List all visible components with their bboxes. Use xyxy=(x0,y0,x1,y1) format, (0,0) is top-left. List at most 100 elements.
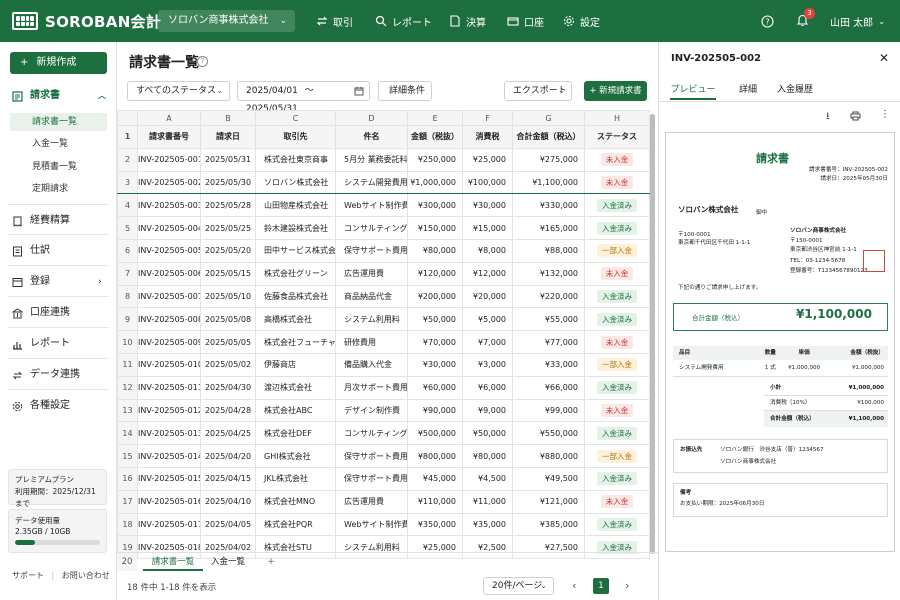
prev-page-button[interactable]: ‹ xyxy=(572,579,576,592)
tab-payment-history[interactable]: 入金履歴 xyxy=(777,82,813,100)
table-cell[interactable]: 高橋株式会社 xyxy=(255,307,336,332)
table-cell[interactable]: ¥55,000 xyxy=(512,307,585,332)
table-cell[interactable]: ¥121,000 xyxy=(512,489,585,514)
table-cell[interactable]: INV-202505-017 xyxy=(137,512,201,537)
table-row[interactable]: 8 INV-202505-007 2025/05/10 佐藤食品株式会社 商品納品代金 ¥… xyxy=(117,284,650,309)
download-icon[interactable]: ⭳ xyxy=(826,109,830,126)
sidebar-item-account-link[interactable]: 口座連携 xyxy=(0,303,117,323)
table-cell[interactable]: ¥9,000 xyxy=(462,398,513,423)
table-cell[interactable]: ¥45,000 xyxy=(407,466,463,491)
table-cell[interactable]: 広告運用費 xyxy=(335,489,408,514)
table-cell[interactable]: 2025/05/02 xyxy=(200,352,256,377)
table-row[interactable]: 16 INV-202505-015 2025/04/15 JKL株式会社 保守サポート費… xyxy=(117,466,650,491)
column-letter[interactable]: F xyxy=(462,110,513,126)
table-cell[interactable]: 商品納品代金 xyxy=(335,284,408,309)
table-cell[interactable]: 保守サポート費用 xyxy=(335,466,408,491)
table-cell[interactable]: 2025/04/20 xyxy=(200,444,256,468)
sidebar-item-expenses[interactable]: 経費精算 xyxy=(0,211,117,231)
contact-link[interactable]: お問い合わせ xyxy=(62,571,110,580)
table-cell[interactable]: コンサルティング料 xyxy=(335,216,408,240)
table-cell[interactable]: ¥6,000 xyxy=(462,375,513,400)
table-cell[interactable]: 株式会社DEF xyxy=(255,421,336,446)
sidebar-item-reports[interactable]: レポート xyxy=(0,334,117,354)
table-cell[interactable]: 2025/05/25 xyxy=(200,216,256,240)
table-cell[interactable]: ¥90,000 xyxy=(407,398,463,423)
column-header[interactable]: 件名 xyxy=(335,125,408,149)
table-cell[interactable]: ¥100,000 xyxy=(462,170,513,195)
table-cell[interactable]: ¥88,000 xyxy=(512,238,585,263)
table-cell[interactable]: 2025/04/25 xyxy=(200,421,256,446)
table-cell[interactable]: INV-202505-003 xyxy=(137,193,201,218)
table-cell[interactable]: ¥8,000 xyxy=(462,238,513,263)
sidebar-item-data-link[interactable]: データ連携 xyxy=(0,365,117,385)
table-cell[interactable]: ¥220,000 xyxy=(512,284,585,309)
table-cell[interactable]: システム利用料 xyxy=(335,307,408,332)
table-cell[interactable]: ¥550,000 xyxy=(512,421,585,446)
column-letter[interactable]: G xyxy=(512,110,585,126)
close-icon[interactable]: ✕ xyxy=(879,51,889,65)
table-cell[interactable]: ¥70,000 xyxy=(407,330,463,354)
tab-preview[interactable]: プレビュー xyxy=(670,82,716,100)
table-cell[interactable]: JKL株式会社 xyxy=(255,466,336,491)
table-cell[interactable]: 2025/04/28 xyxy=(200,398,256,423)
table-row[interactable]: 6INV-202505-0052025/05/20田中サービス株式会社保守サポー… xyxy=(117,238,650,263)
table-cell[interactable]: Webサイト制作費 xyxy=(335,512,408,537)
table-cell[interactable]: INV-202505-010 xyxy=(137,352,201,377)
table-cell[interactable]: INV-202505-006 xyxy=(137,261,201,286)
table-row[interactable]: 15 INV-202505-014 2025/04/20 GHI株式会社 保守サポート費… xyxy=(117,444,650,468)
more-icon[interactable]: ⋮ xyxy=(880,109,890,120)
table-cell[interactable]: ¥110,000 xyxy=(407,489,463,514)
column-letter[interactable]: D xyxy=(335,110,408,126)
table-row[interactable]: 9 INV-202505-008 2025/05/08 高橋株式会社 システム利用料 ¥5… xyxy=(117,307,650,332)
company-selector[interactable]: ソロバン商事株式会社 ⌄ xyxy=(158,10,295,32)
table-cell[interactable]: 2025/05/30 xyxy=(200,170,256,195)
nav-transactions[interactable]: 取引 xyxy=(316,0,353,42)
table-row[interactable]: 14 INV-202505-013 2025/04/25 株式会社DEF コンサルティン… xyxy=(117,421,650,446)
table-cell[interactable]: ¥33,000 xyxy=(512,352,585,377)
table-cell[interactable]: 2025/04/15 xyxy=(200,466,256,491)
table-cell[interactable]: 2025/05/20 xyxy=(200,238,256,263)
table-cell[interactable]: ¥49,500 xyxy=(512,466,585,491)
column-header[interactable]: 請求書番号 xyxy=(137,125,201,149)
table-cell[interactable]: INV-202505-013 xyxy=(137,421,201,446)
table-row[interactable]: 12 INV-202505-011 2025/04/30 渡辺株式会社 月次サポート費用… xyxy=(117,375,650,400)
sidebar-sub-recurring[interactable]: 定期請求 xyxy=(10,180,107,198)
table-cell[interactable]: ¥250,000 xyxy=(407,147,463,172)
user-menu[interactable]: 山田 太郎 ⌄ xyxy=(830,0,885,42)
detail-filter-button[interactable]: 詳細条件 xyxy=(378,81,432,101)
table-cell[interactable]: 2025/04/30 xyxy=(200,375,256,400)
scrollbar-thumb[interactable] xyxy=(650,114,655,554)
table-cell[interactable]: ¥35,000 xyxy=(462,512,513,537)
table-cell[interactable]: ¥1,100,000 xyxy=(512,170,585,195)
table-row[interactable]: 17 INV-202505-016 2025/04/10 株式会社MNO 広告運用費 ¥1… xyxy=(117,489,650,514)
table-cell[interactable]: ¥500,000 xyxy=(407,421,463,446)
table-row[interactable]: 10INV-202505-0092025/05/05株式会社フューチャー研修費用… xyxy=(117,330,650,354)
column-header[interactable]: 取引先 xyxy=(255,125,336,149)
table-row[interactable]: 4 INV-202505-003 2025/05/28 山田物産株式会社 Webサイト制… xyxy=(117,193,650,218)
table-cell[interactable]: ¥25,000 xyxy=(462,147,513,172)
sheet-tab-payments[interactable]: 入金一覧 xyxy=(203,553,253,571)
table-row[interactable]: 2 INV-202505-001 2025/05/31 株式会社東京商事 5月分 業務委… xyxy=(117,147,650,172)
date-range-input[interactable]: 2025/04/01 〜 2025/05/31 xyxy=(237,81,370,114)
table-cell[interactable]: 株式会社PQR xyxy=(255,512,336,537)
sidebar-item-invoice[interactable]: 請求書 ︿ xyxy=(0,86,117,106)
table-cell[interactable]: 2025/05/05 xyxy=(200,330,256,354)
support-link[interactable]: サポート xyxy=(12,571,44,580)
table-cell[interactable]: ¥5,000 xyxy=(462,307,513,332)
column-header[interactable]: 金額（税抜） xyxy=(407,125,463,149)
table-cell[interactable]: ¥80,000 xyxy=(407,238,463,263)
nav-closing[interactable]: 決算 xyxy=(449,0,486,42)
export-select[interactable]: エクスポート ⌄ xyxy=(504,81,572,101)
scrollbar[interactable] xyxy=(650,114,655,554)
column-header[interactable]: 消費税 xyxy=(462,125,513,149)
table-cell[interactable]: 備品購入代金 xyxy=(335,352,408,377)
sidebar-item-settings[interactable]: 各種設定 xyxy=(0,396,117,416)
table-cell[interactable]: ¥120,000 xyxy=(407,261,463,286)
table-cell[interactable]: Webサイト制作費 xyxy=(335,193,408,218)
table-cell[interactable]: 保守サポート費用 xyxy=(335,238,408,263)
column-header[interactable]: 合計金額（税込） xyxy=(512,125,585,149)
table-cell[interactable]: ¥99,000 xyxy=(512,398,585,423)
column-letter[interactable]: B xyxy=(200,110,256,126)
tab-details[interactable]: 詳細 xyxy=(739,82,757,100)
table-cell[interactable]: 2025/05/28 xyxy=(200,193,256,218)
